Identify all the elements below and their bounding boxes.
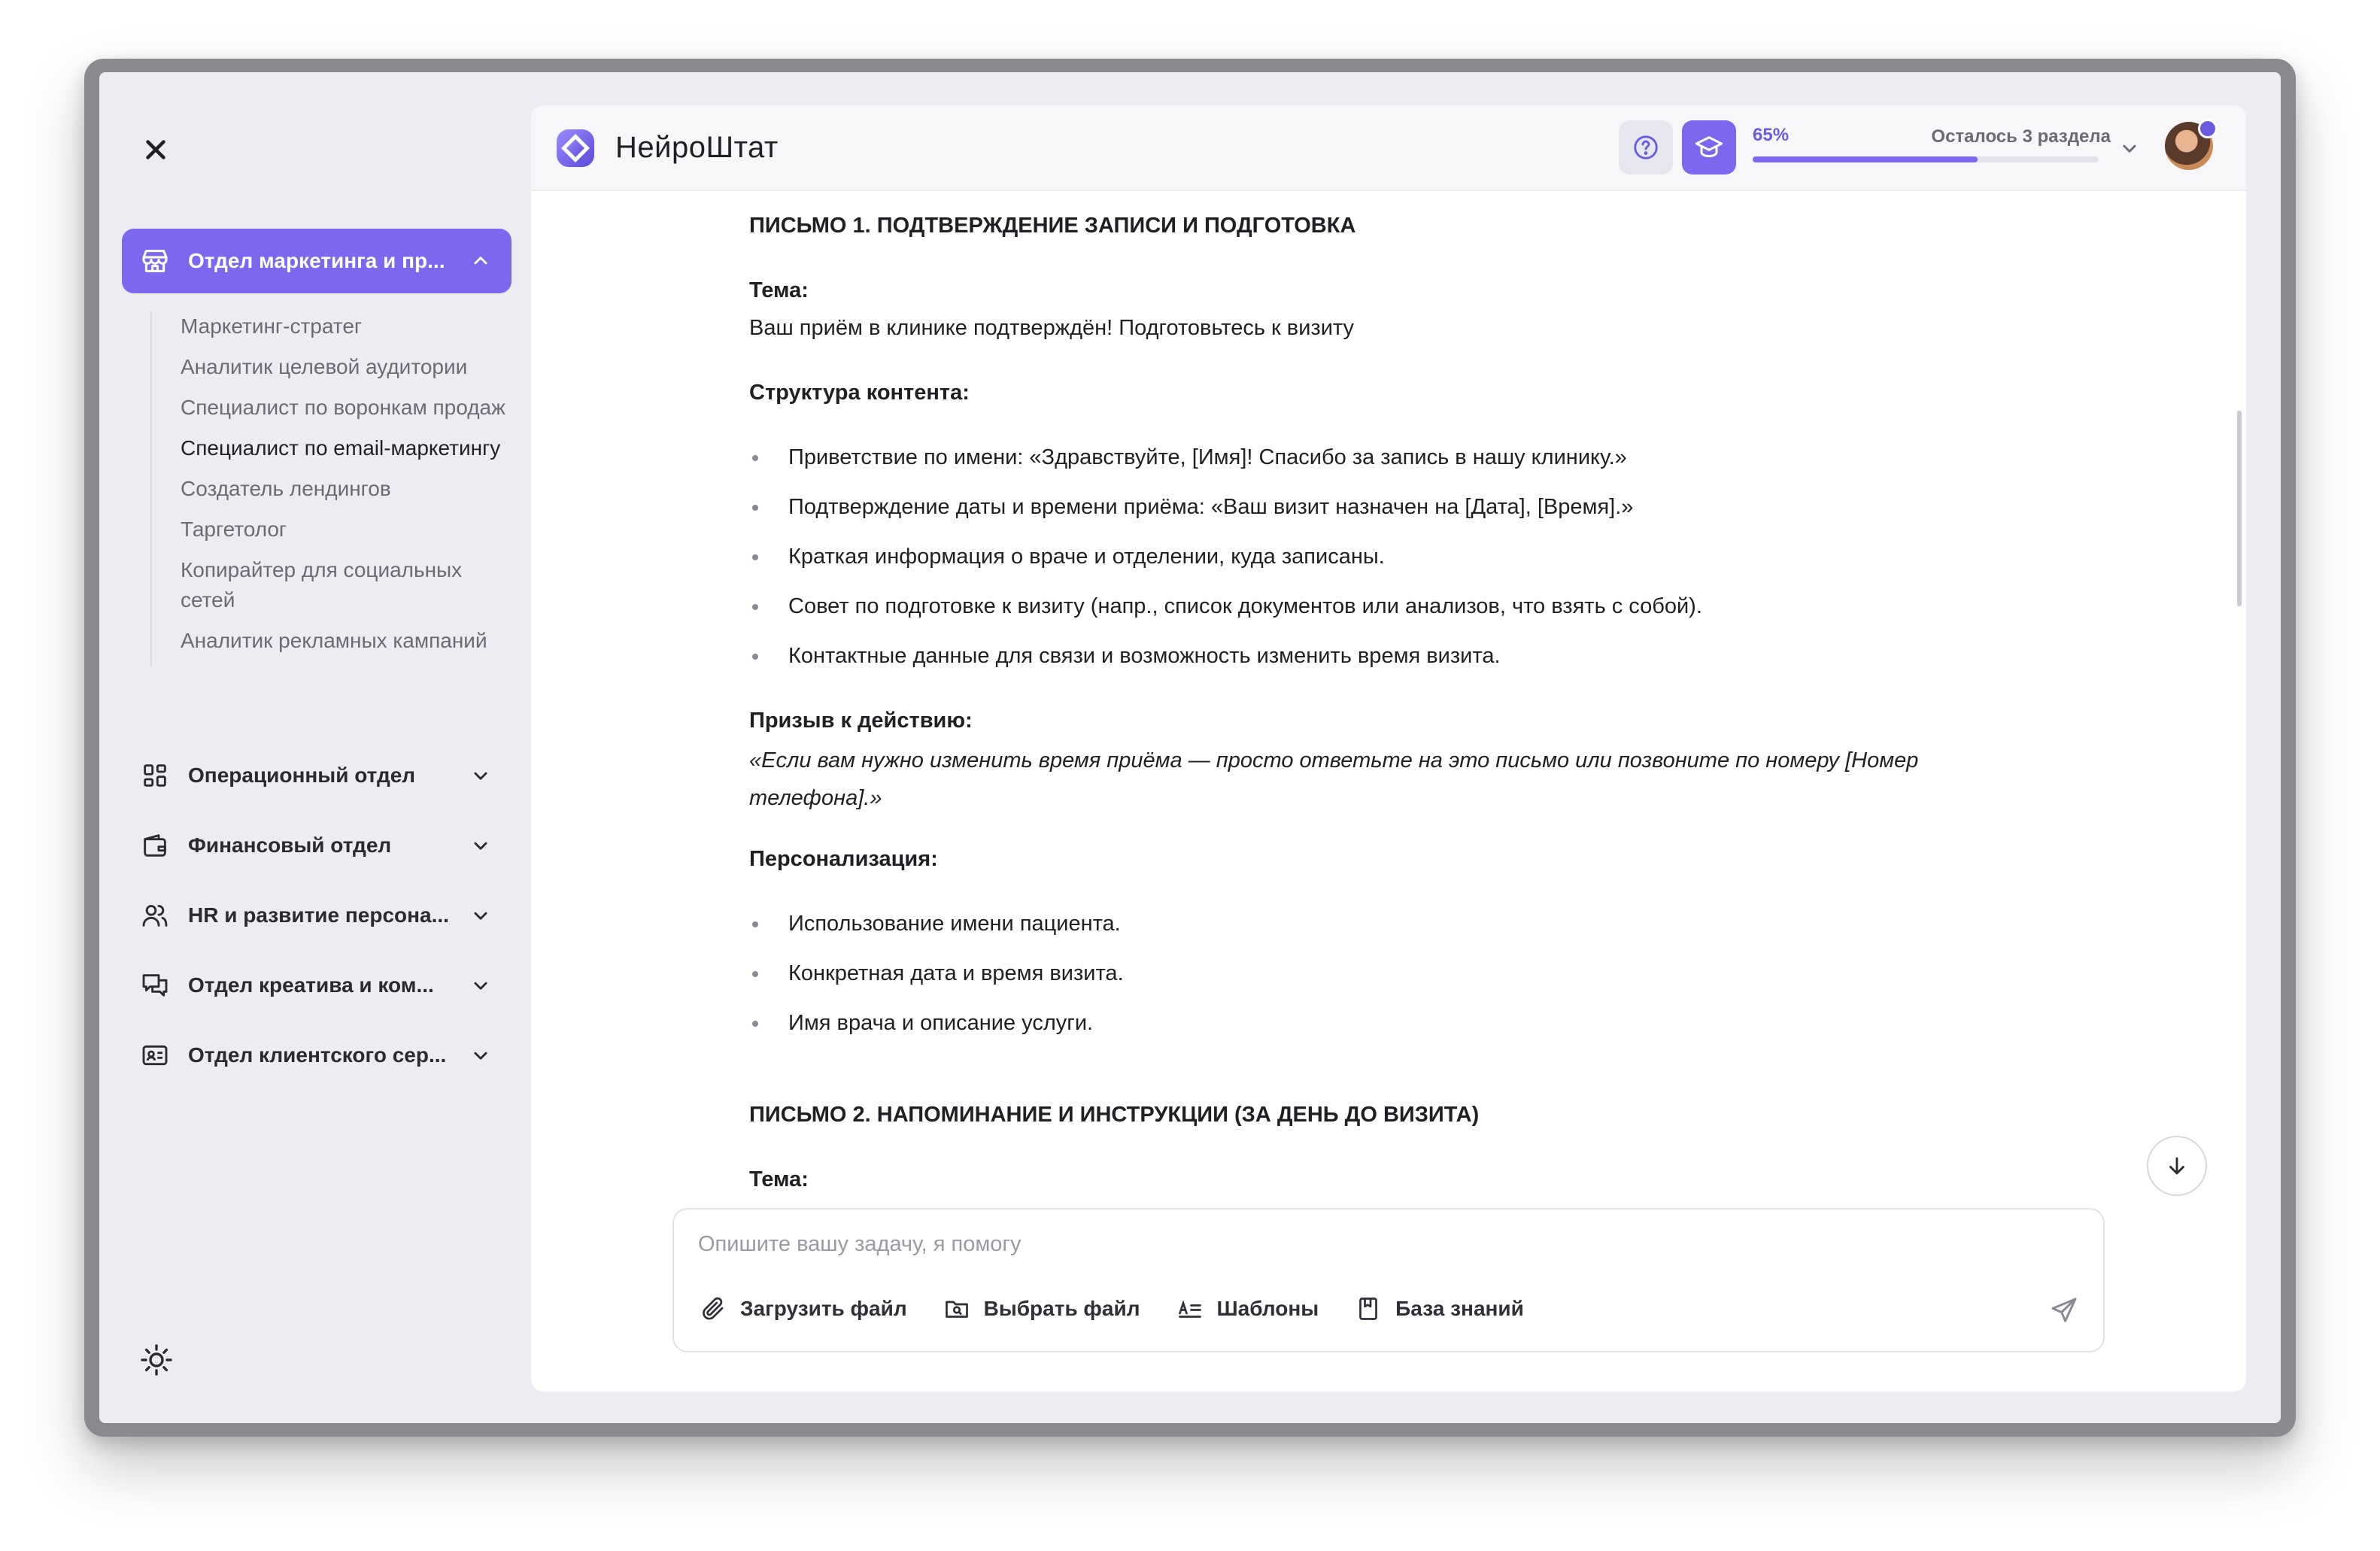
progress-percent: 65% [1753,125,1790,145]
sidebar-item-marketing-strategist[interactable]: Маркетинг-стратег [181,311,519,341]
sidebar-item-ads-analyst[interactable]: Аналитик рекламных кампаний [181,626,519,656]
department-label: HR и развитие персона... [188,903,449,927]
chevron-down-icon [468,973,493,998]
upload-file-button[interactable]: Загрузить файл [700,1295,907,1322]
folder-search-icon [945,1301,968,1318]
paperclip-icon [703,1297,724,1320]
id-card-icon [140,1040,170,1070]
department-label: Отдел клиентского сер... [188,1043,447,1067]
progress-fill [1753,156,1978,162]
notification-dot [2198,119,2218,138]
scrollbar[interactable] [2237,411,2242,606]
sidebar-item-landing-creator[interactable]: Создатель лендингов [181,474,519,504]
department-finance[interactable]: Финансовый отдел [122,819,512,872]
chevron-up-icon [468,248,493,274]
department-marketing[interactable]: Отдел маркетинга и пр... [122,229,512,293]
book-icon [1359,1298,1378,1320]
list-item: Подтверждение даты и времени приёма: «Ва… [749,492,2028,522]
marketing-roles-list: Маркетинг-стратег Аналитик целевой аудит… [150,311,519,666]
list-item: Использование имени пациента. [749,909,2028,939]
subject-text: Ваш приём в клинике подтверждён! Подгото… [749,316,1354,340]
department-creative[interactable]: Отдел креатива и ком... [122,959,512,1012]
list-item: Совет по подготовке к визиту (напр., спи… [749,591,2028,621]
sidebar-item-funnel-specialist[interactable]: Специалист по воронкам продаж [181,393,519,423]
tool-label: База знаний [1395,1297,1524,1320]
arrow-down-icon [2169,1157,2184,1175]
list-item: Имя врача и описание услуги. [749,1008,2028,1038]
send-button[interactable] [2049,1295,2079,1325]
department-label: Отдел маркетинга и пр... [188,249,445,272]
grid-icon [140,760,170,791]
store-icon [140,246,170,276]
cta-label: Призыв к действию: [749,709,973,733]
graduation-cap-icon [1695,136,1723,158]
department-label: Операционный отдел [188,763,416,787]
wallet-icon [140,830,170,860]
department-label: Отдел креатива и ком... [188,973,434,997]
department-client-service[interactable]: Отдел клиентского сер... [122,1029,512,1082]
scroll-down-button[interactable] [2147,1136,2207,1196]
templates-button[interactable]: Шаблоны [1176,1295,1319,1322]
department-label: Финансовый отдел [188,833,392,857]
sidebar-item-social-copywriter[interactable]: Копирайтер для социальных сетей [181,555,519,615]
chevron-down-icon[interactable] [2117,135,2142,161]
close-icon[interactable] [137,131,175,168]
knowledge-base-button[interactable]: База знаний [1355,1295,1524,1322]
sun-icon[interactable] [138,1342,175,1378]
chevron-down-icon [468,1043,493,1068]
chat-icon [140,970,170,1000]
list-item: Конкретная дата и время визита. [749,958,2028,988]
progress-bar [1753,156,2099,162]
composer-tools: Загрузить файл Выбрать файл Шаблоны База… [700,1295,1560,1322]
response-content: ПИСЬМО 1. ПОДТВЕРЖДЕНИЕ ЗАПИСИ И ПОДГОТО… [749,211,2028,1316]
tool-label: Выбрать файл [983,1297,1140,1320]
chevron-down-icon [468,903,493,928]
personalization-label: Персонализация: [749,847,938,871]
app-window: Отдел маркетинга и пр... Маркетинг-страт… [99,72,2281,1423]
sidebar-item-email-specialist[interactable]: Специалист по email-маркетингу [181,433,519,463]
personalization-list: Использование имени пациента. Конкретная… [749,909,2028,1038]
structure-list: Приветствие по имени: «Здравствуйте, [Им… [749,442,2028,671]
brand-name: НейроШтат [615,131,779,164]
letter-2-title: ПИСЬМО 2. НАПОМИНАНИЕ И ИНСТРУКЦИИ (ЗА Д… [749,1103,1480,1127]
department-operations[interactable]: Операционный отдел [122,749,512,802]
composer: Загрузить файл Выбрать файл Шаблоны База… [672,1208,2105,1352]
subject-label: Тема: [749,1167,809,1191]
chevron-down-icon [468,833,493,858]
sidebar-item-audience-analyst[interactable]: Аналитик целевой аудитории [181,352,519,382]
tool-label: Загрузить файл [740,1297,907,1320]
tool-label: Шаблоны [1216,1297,1319,1320]
choose-file-button[interactable]: Выбрать файл [943,1295,1140,1322]
main-panel: НейроШтат 65% Осталось 3 раздела ПИСЬМО … [531,105,2246,1392]
list-item: Краткая информация о враче и отделении, … [749,542,2028,572]
logo-icon [554,126,597,170]
structure-label: Структура контента: [749,381,970,405]
header: НейроШтат 65% Осталось 3 раздела [531,105,2246,191]
users-icon [140,900,170,930]
question-icon [1634,135,1658,159]
sidebar-item-targetologist[interactable]: Таргетолог [181,514,519,545]
department-hr[interactable]: HR и развитие персона... [122,889,512,942]
prompt-input[interactable] [698,1232,1977,1265]
help-button[interactable] [1619,120,1673,175]
list-item: Контактные данные для связи и возможност… [749,641,2028,671]
send-icon [2051,1298,2077,1322]
cta-text: «Если вам нужно изменить время приёма — … [749,748,1919,810]
letter-1-title: ПИСЬМО 1. ПОДТВЕРЖДЕНИЕ ЗАПИСИ И ПОДГОТО… [749,214,1356,238]
course-button[interactable] [1682,120,1736,175]
list-item: Приветствие по имени: «Здравствуйте, [Им… [749,442,2028,472]
chevron-down-icon [468,763,493,788]
progress-remaining: Осталось 3 раздела [1931,126,2111,147]
subject-label: Тема: [749,278,809,302]
text-list-icon [1178,1300,1201,1318]
